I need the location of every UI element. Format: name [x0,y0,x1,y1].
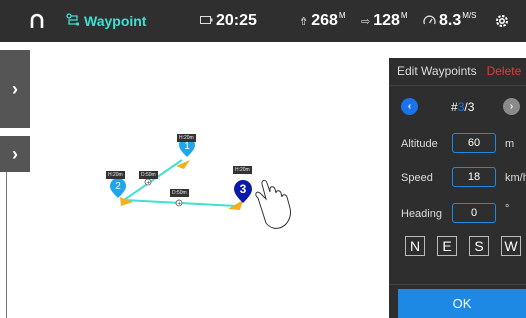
speed-unit: km/h [505,172,526,184]
svg-text:+: + [177,201,181,207]
total-waypoints: /3 [464,100,475,114]
heading-input[interactable]: 0 [452,203,496,223]
delete-waypoint-button[interactable]: Delete [487,64,522,78]
waypoint-2-height-label: H:20m [106,171,125,179]
heading-arrow-icon [176,160,190,169]
segment-1-distance-label: D:50m [139,171,158,179]
panel-header: Edit Waypoints Delete [397,64,521,78]
svg-text:+: + [146,180,150,186]
panel-title: Edit Waypoints [397,64,477,78]
heading-south-button[interactable]: S [469,236,489,256]
waypoint-2-number[interactable]: 2 [112,181,124,192]
chevron-left-icon: ‹ [407,101,412,112]
waypoint-counter: #3/3 [451,100,474,114]
speed-input[interactable]: 18 [452,167,496,187]
altitude-input[interactable]: 60 [452,133,496,153]
heading-east-button[interactable]: E [437,236,457,256]
waypoint-3-number[interactable]: 3 [236,182,250,196]
hand-pointer-icon [255,180,291,229]
heading-label: Heading [401,208,442,220]
previous-waypoint-button[interactable]: ‹ [401,98,418,115]
chevron-right-icon: › [509,101,514,112]
next-waypoint-button[interactable]: › [503,98,520,115]
ok-button[interactable]: OK [398,289,526,318]
waypoint-1-height-label: H:20m [177,134,196,142]
panel-divider [389,85,526,86]
panel-divider [389,284,526,285]
speed-label: Speed [401,172,433,184]
segment-2-distance-label: D:50m [170,189,189,197]
edit-waypoints-panel: Edit Waypoints Delete ‹ #3/3 › Altitude 6… [389,58,526,318]
altitude-label: Altitude [401,138,438,150]
waypoint-3-height-label: H:20m [233,166,252,174]
heading-north-button[interactable]: N [405,236,425,256]
heading-unit: ° [505,203,510,215]
heading-west-button[interactable]: W [501,236,521,256]
altitude-unit: m [505,138,515,150]
waypoint-counter-prefix: # [451,100,458,114]
waypoint-1-number[interactable]: 1 [181,141,193,152]
